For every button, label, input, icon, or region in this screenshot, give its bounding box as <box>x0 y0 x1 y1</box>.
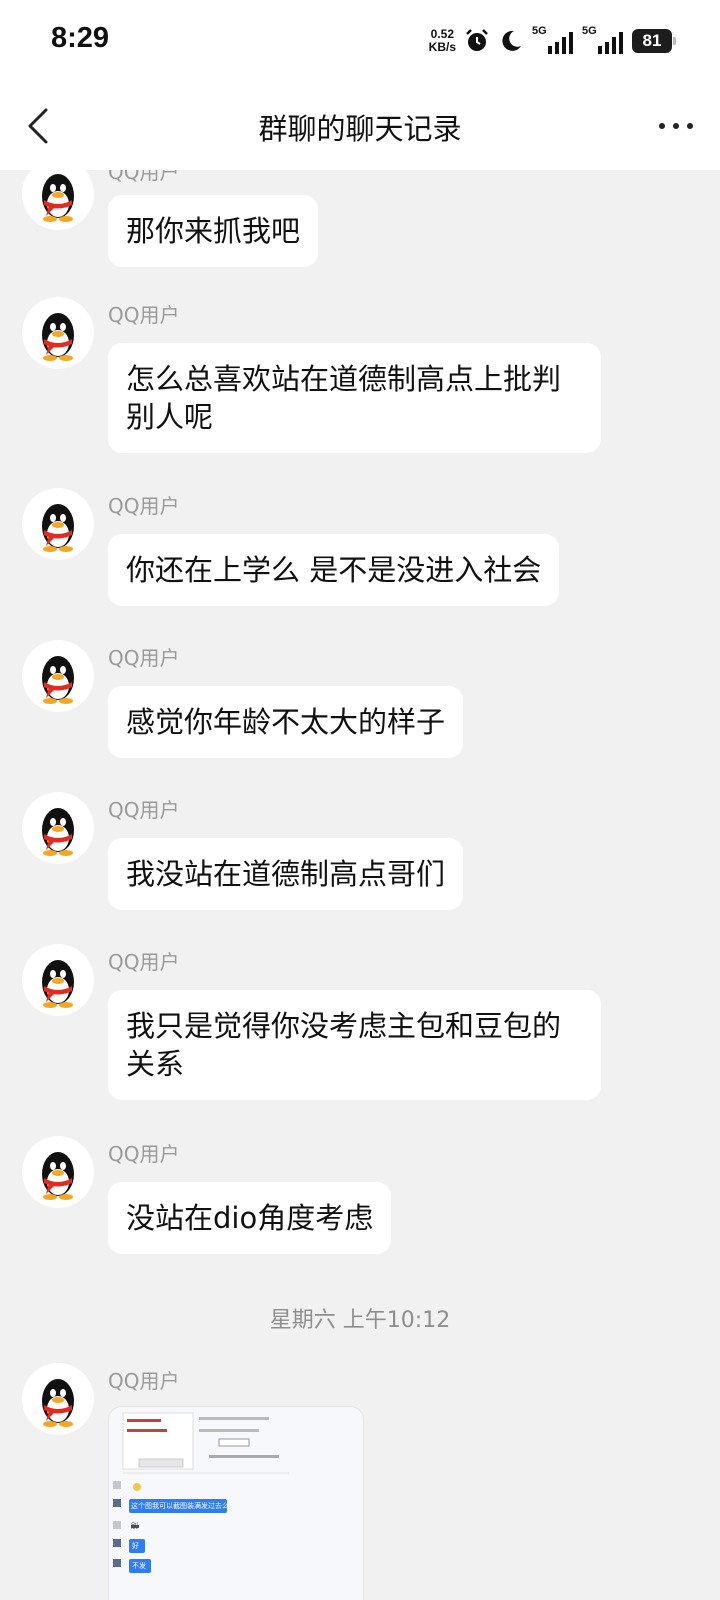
signal-bars-icon <box>548 32 573 54</box>
avatar[interactable] <box>22 944 94 1016</box>
qq-penguin-icon <box>42 313 74 361</box>
sender-name: QQ用户 <box>108 950 180 974</box>
message-bubble[interactable]: 怎么总喜欢站在道德制高点上批判别人呢 <box>108 343 601 453</box>
network-speed-unit: KB/s <box>428 40 456 54</box>
sender-name: QQ用户 <box>108 646 180 670</box>
header: 群聊的聊天记录 <box>0 84 720 170</box>
more-options-icon[interactable] <box>656 114 696 138</box>
qq-penguin-icon <box>42 1379 74 1427</box>
qq-penguin-icon <box>42 960 74 1008</box>
network-speed: 0.52 KB/s <box>429 28 456 54</box>
message-bubble[interactable]: 我没站在道德制高点哥们 <box>108 838 464 910</box>
sender-name: QQ用户 <box>108 170 180 184</box>
qq-penguin-icon <box>42 1152 74 1200</box>
sender-name: QQ用户 <box>108 303 180 327</box>
qq-penguin-icon <box>42 504 74 552</box>
battery-icon: 81 <box>632 29 676 53</box>
message-bubble[interactable]: 我只是觉得你没考虑主包和豆包的关系 <box>108 990 601 1100</box>
avatar[interactable] <box>22 488 94 560</box>
status-time: 8:29 <box>51 22 110 54</box>
battery-level: 81 <box>642 31 662 50</box>
page-title: 群聊的聊天记录 <box>258 112 462 146</box>
message-bubble[interactable]: 没站在dio角度考虑 <box>108 1182 392 1254</box>
signal-icon-2: 5G <box>582 25 624 55</box>
qq-penguin-icon <box>42 808 74 856</box>
message-bubble[interactable]: 那你来抓我吧 <box>108 195 319 267</box>
avatar[interactable] <box>22 297 94 369</box>
status-icons: 0.52 KB/s 5G 5G 81 <box>429 24 676 58</box>
sender-name: QQ用户 <box>108 798 180 822</box>
avatar[interactable] <box>22 170 94 230</box>
signal-2-label: 5G <box>582 25 597 37</box>
signal-icon-1: 5G <box>532 25 574 55</box>
screenshot-line: 好 <box>132 1542 139 1550</box>
avatar[interactable] <box>22 1136 94 1208</box>
avatar[interactable] <box>22 1363 94 1435</box>
image-message[interactable]: 这个图我可以截图装满发过去么 别 好 不发 <box>108 1406 364 1600</box>
sender-name: QQ用户 <box>108 1369 180 1393</box>
status-bar: 8:29 0.52 KB/s 5G 5G 81 <box>0 0 720 84</box>
sender-name: QQ用户 <box>108 1142 180 1166</box>
screenshot-line: 不发 <box>132 1562 146 1570</box>
moon-icon <box>502 30 521 51</box>
signal-1-label: 5G <box>532 25 547 37</box>
alarm-icon <box>466 29 488 51</box>
avatar[interactable] <box>22 792 94 864</box>
screenshot-line: 这个图我可以截图装满发过去么 <box>131 1502 229 1510</box>
sender-name: QQ用户 <box>108 494 180 518</box>
message-bubble[interactable]: 感觉你年龄不太大的样子 <box>108 686 464 758</box>
qq-penguin-icon <box>42 656 74 704</box>
chat-history[interactable]: QQ用户 那你来抓我吧 QQ用户 怎么总喜欢站在道德制高点上批判别人呢 QQ用户… <box>0 170 720 1600</box>
time-separator: 星期六 上午10:12 <box>269 1308 451 1333</box>
signal-bars-icon <box>598 32 623 54</box>
message-bubble[interactable]: 你还在上学么 是不是没进入社会 <box>108 534 560 606</box>
screenshot-line: 别 <box>131 1522 138 1530</box>
avatar[interactable] <box>22 640 94 712</box>
qq-penguin-icon <box>42 174 74 222</box>
